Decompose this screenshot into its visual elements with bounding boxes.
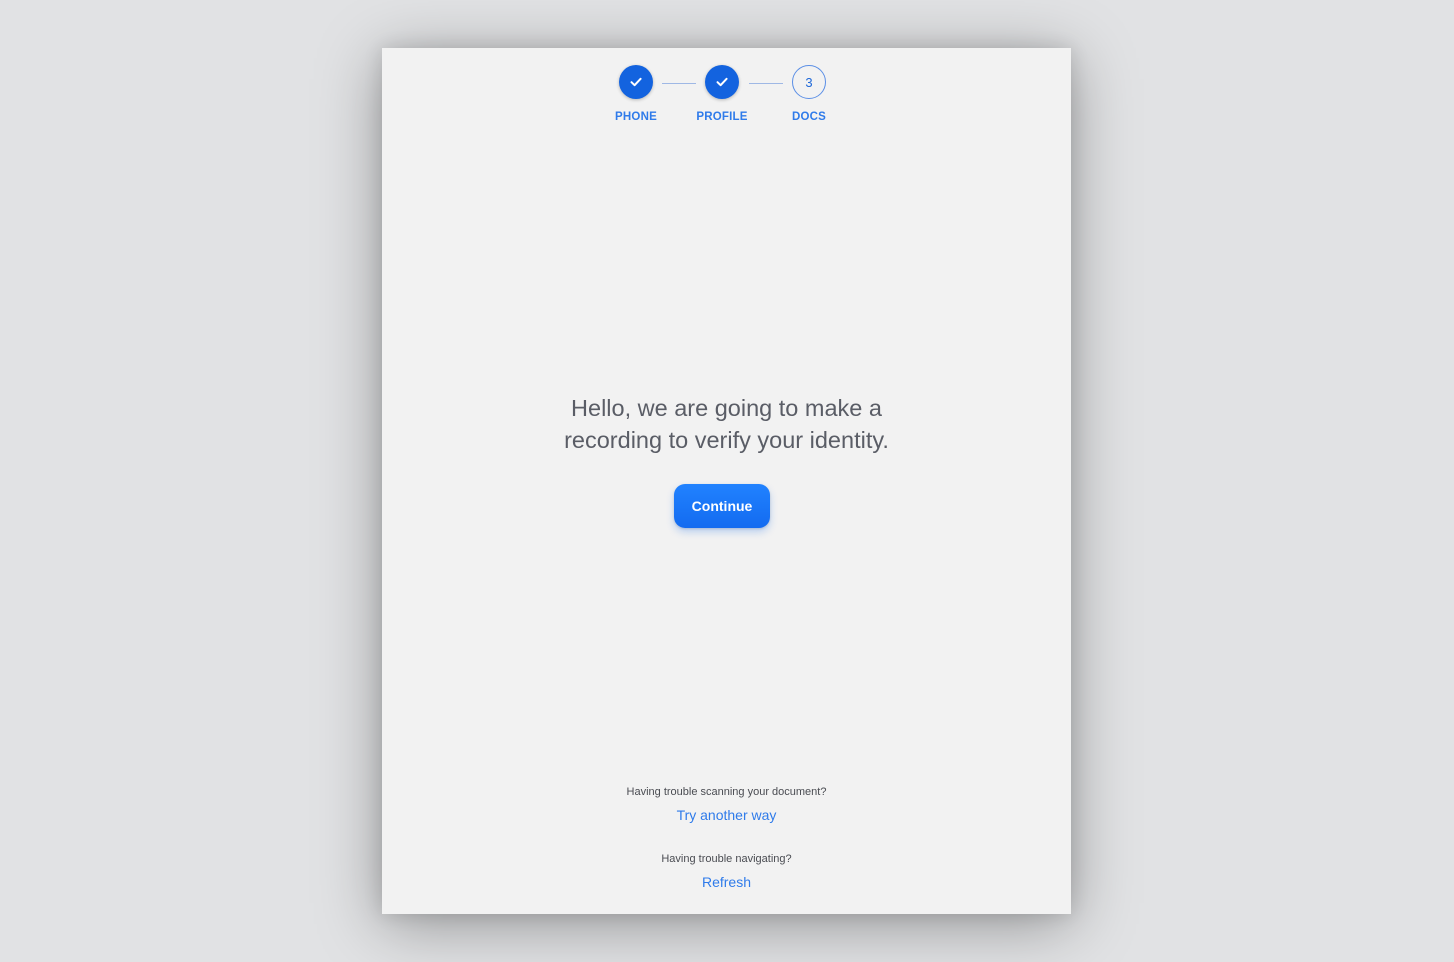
step-profile-label: PROFILE: [696, 111, 748, 123]
check-icon: [716, 77, 728, 87]
step-profile-indicator: [705, 65, 739, 99]
scan-help-link-row: Try another way: [382, 807, 1071, 825]
scan-help-question: Having trouble scanning your document?: [382, 782, 1071, 800]
scan-help-text: Having trouble scanning your document?: [626, 786, 827, 798]
continue-button[interactable]: Continue: [674, 484, 770, 528]
step-docs-label: DOCS: [791, 111, 827, 123]
step-phone-indicator: [619, 65, 653, 99]
nav-help-text: Having trouble navigating?: [661, 853, 792, 865]
step-docs: 3 DOCS: [769, 65, 849, 123]
nav-help-link-row: Refresh: [382, 874, 1071, 892]
try-another-way-link[interactable]: Try another way: [677, 807, 777, 823]
step-phone: PHONE: [596, 65, 676, 123]
step-docs-indicator: 3: [792, 65, 826, 99]
refresh-link[interactable]: Refresh: [702, 874, 751, 890]
headline-line-2: recording to verify your identity.: [564, 427, 889, 453]
step-phone-label: PHONE: [615, 111, 657, 123]
progress-stepper: PHONE PROFILE 3 DOCS: [382, 65, 1071, 135]
headline-line-1: Hello, we are going to make a: [571, 395, 882, 421]
nav-help-question: Having trouble navigating?: [382, 849, 1071, 867]
check-icon: [630, 77, 642, 87]
step-docs-number: 3: [805, 74, 813, 90]
step-profile: PROFILE: [682, 65, 762, 123]
page-headline: Hello, we are going to make a recording …: [382, 392, 1071, 456]
verification-card: PHONE PROFILE 3 DOCS Hello, we are going…: [382, 48, 1071, 914]
